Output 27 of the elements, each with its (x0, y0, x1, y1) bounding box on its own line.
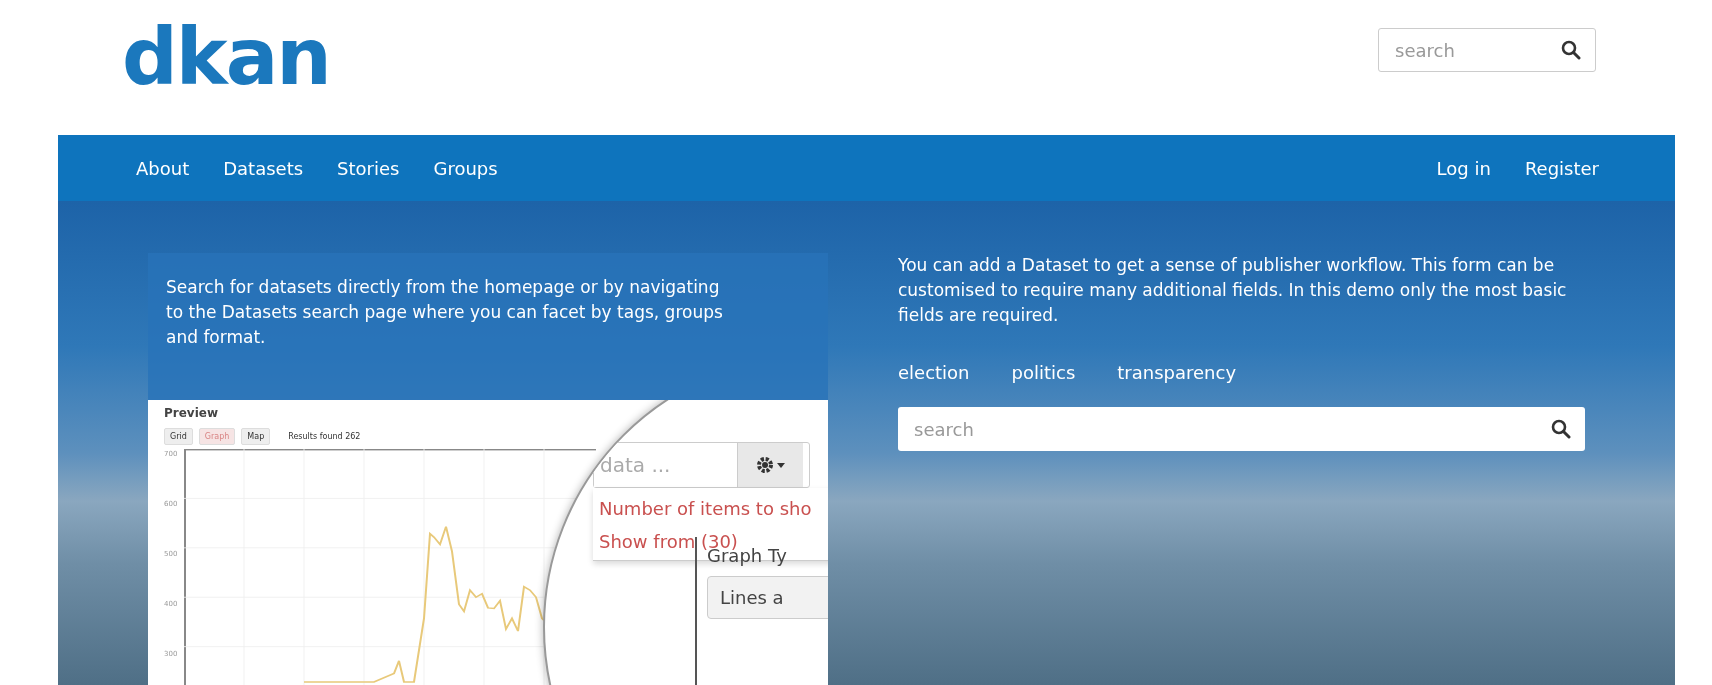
graph-type-select[interactable]: Lines a (707, 576, 828, 619)
tag-link[interactable]: transparency (1117, 362, 1237, 383)
tag-link[interactable]: election (898, 362, 970, 383)
nav-link[interactable]: About (136, 157, 190, 179)
description-text: Search for datasets directly from the homepage or by navigating to the Datasets search page where you can facet by tags, groups and format. (166, 276, 724, 349)
results-count: Results found 262 (288, 432, 361, 441)
view-button[interactable]: Map (241, 428, 271, 445)
data-search-bar[interactable]: data ... (593, 442, 810, 488)
search-icon[interactable] (1551, 419, 1571, 439)
view-button[interactable]: Grid (164, 428, 193, 445)
logo[interactable]: dkan (122, 18, 330, 96)
search-icon[interactable] (1561, 40, 1581, 60)
nav-link[interactable]: Datasets (223, 157, 304, 179)
nav-link[interactable]: Groups (433, 157, 498, 179)
description-text: You can add a Dataset to get a sense of publisher workflow. This form can be customised to require many additional fields. In this demo only the most basic fields are required. (898, 254, 1568, 327)
menu-item[interactable]: Number of items to sho (599, 498, 828, 519)
settings-icon (755, 456, 786, 474)
preview-title: Preview (164, 406, 219, 420)
nav-link[interactable]: Stories (337, 157, 400, 179)
nav-link[interactable]: Log in (1436, 157, 1491, 179)
nav-link[interactable]: Register (1524, 157, 1599, 179)
settings-dropdown-button[interactable] (737, 443, 803, 487)
search-input[interactable]: search (1393, 38, 1537, 62)
search-input[interactable]: search (912, 417, 1056, 441)
search-bar[interactable]: search (898, 407, 1585, 451)
search-bar[interactable]: search (1378, 28, 1596, 72)
tag-link[interactable]: politics (1011, 362, 1076, 383)
